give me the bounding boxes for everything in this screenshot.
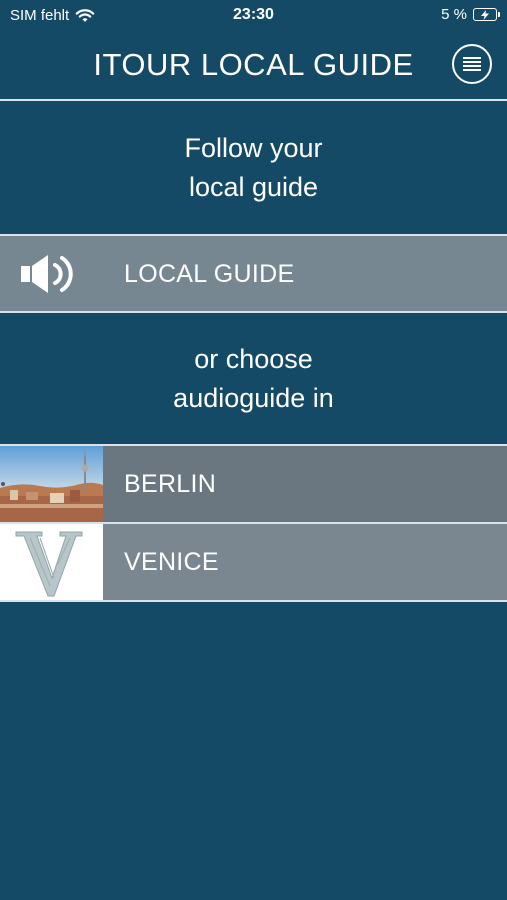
battery-icon — [473, 8, 500, 21]
venice-thumbnail — [0, 524, 103, 600]
intro-line-2: local guide — [188, 171, 319, 202]
hamburger-menu-icon — [463, 57, 481, 71]
clock: 23:30 — [233, 6, 274, 23]
app-header: ITOUR LOCAL GUIDE — [0, 30, 507, 101]
city-row-venice[interactable]: VENICE — [0, 522, 507, 602]
app-title: ITOUR LOCAL GUIDE — [93, 47, 414, 82]
charging-bolt-icon — [481, 9, 489, 20]
local-guide-button[interactable]: LOCAL GUIDE — [0, 234, 507, 313]
menu-button[interactable] — [452, 44, 492, 84]
battery-percent: 5 % — [441, 6, 467, 23]
berlin-thumbnail — [0, 446, 103, 522]
speaker-icon — [21, 255, 73, 293]
city-row-berlin[interactable]: BERLIN — [0, 444, 507, 522]
intro-text: Follow your local guide — [0, 101, 507, 234]
intro-line-1: Follow your — [184, 132, 323, 163]
choose-line-1: or choose — [194, 343, 313, 374]
status-bar: SIM fehlt 23:30 5 % — [0, 0, 507, 30]
local-guide-label: LOCAL GUIDE — [124, 260, 295, 288]
berlin-label: BERLIN — [124, 470, 217, 498]
choose-line-2: audioguide in — [173, 382, 334, 413]
venice-label: VENICE — [124, 548, 219, 576]
choose-text: or choose audioguide in — [0, 313, 507, 444]
